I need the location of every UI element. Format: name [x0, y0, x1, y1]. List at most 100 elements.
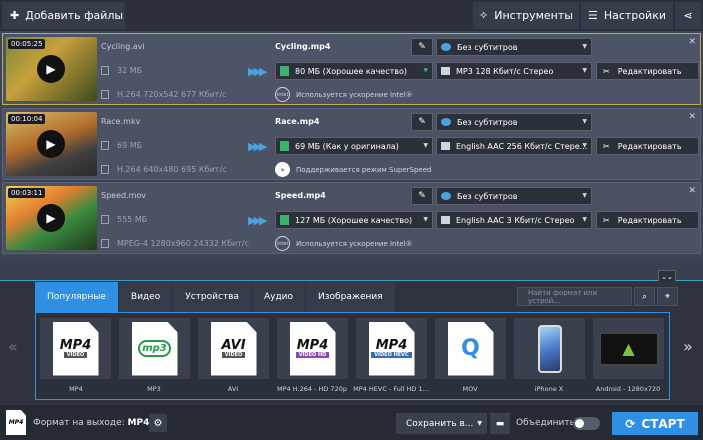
mp4-hd-format-icon: MP4 VIDEO HD	[289, 321, 336, 376]
format-label: MP4 H.264 - HD 720p	[277, 385, 347, 393]
gear-icon[interactable]: ⚙	[149, 414, 167, 432]
file-row[interactable]: 00:05:25 ▶ Cycling.avi 32 МБ H.264 720x5…	[2, 33, 701, 105]
folder-icon[interactable]: ▬	[490, 413, 510, 434]
acceleration-note: intel Используется ускорение Intel®	[275, 236, 412, 251]
speaker-icon	[441, 142, 450, 150]
rename-pencil-icon[interactable]: ✎	[411, 113, 433, 131]
video-info-icon	[101, 239, 109, 248]
video-thumbnail[interactable]: 00:05:25 ▶	[6, 37, 97, 101]
mp3-format-icon: mp3	[131, 321, 178, 376]
file-row[interactable]: 00:03:11 ▶ Speed.mov 555 МБ MPEG-4 1280x…	[2, 182, 701, 254]
subtitles-dropdown[interactable]: Без субтитров ▼	[436, 187, 592, 205]
output-size-dropdown[interactable]: 127 МБ (Хорошее качество) ▼	[275, 211, 433, 229]
close-icon[interactable]: ✕	[688, 186, 696, 196]
video-thumbnail[interactable]: 00:10:04 ▶	[6, 112, 97, 176]
refresh-icon: ⟳	[625, 416, 636, 431]
mp4-hevc-format-icon: MP4 VIDEO HEVC	[368, 321, 415, 376]
format-label: iPhone X	[534, 385, 564, 393]
format-label: Android - 1280x720	[595, 385, 661, 393]
rename-pencil-icon[interactable]: ✎	[411, 38, 433, 56]
android-icon: ▲	[598, 331, 659, 366]
add-files-button[interactable]: ✚ Добавить файлы	[2, 2, 125, 29]
close-icon[interactable]: ✕	[688, 112, 696, 122]
play-icon[interactable]: ▶	[37, 130, 65, 158]
tab-video[interactable]: Видео	[118, 282, 174, 312]
speaker-icon	[441, 67, 450, 75]
source-filename: Race.mkv	[101, 117, 141, 126]
play-icon[interactable]: ▶	[37, 204, 65, 232]
tab-popular[interactable]: Популярные	[35, 282, 119, 312]
edit-button[interactable]: ✂ Редактировать	[596, 62, 699, 80]
file-size-icon	[280, 141, 289, 151]
format-label: MOV	[462, 385, 478, 393]
file-row[interactable]: 00:10:04 ▶ Race.mkv 69 МБ H.264 640x480 …	[2, 108, 701, 180]
merge-label: Объединить:	[516, 418, 578, 428]
format-label: AVI	[227, 385, 239, 393]
intel-logo: intel	[275, 87, 290, 102]
format-card-mp4-hd[interactable]: MP4 VIDEO HD	[277, 318, 348, 379]
chevron-left-icon[interactable]: «	[8, 337, 18, 356]
output-size-dropdown[interactable]: 80 МБ (Хорошее качество) ▼	[275, 62, 433, 80]
format-label: MP4 HEVC - Full HD 1...	[353, 385, 429, 393]
audio-dropdown[interactable]: English AAC 3 Кбит/с Стерео ▼	[436, 211, 592, 229]
settings-button[interactable]: ☰ Настройки	[581, 2, 673, 29]
format-card-mov[interactable]: Q	[435, 318, 506, 379]
audio-dropdown[interactable]: English AAC 256 Кбит/с Стере... ▼	[436, 137, 592, 155]
format-card-iphone-x[interactable]	[514, 318, 585, 379]
speaker-icon	[441, 216, 450, 224]
format-label: MP3	[147, 385, 161, 393]
search-icon[interactable]: ⌕	[634, 287, 655, 306]
source-filename: Speed.mov	[101, 191, 147, 200]
tab-devices[interactable]: Устройства	[173, 282, 252, 312]
format-card-mp4-hevc[interactable]: MP4 VIDEO HEVC	[356, 318, 427, 379]
subtitles-dropdown[interactable]: Без субтитров ▼	[436, 38, 592, 56]
chevron-down-icon: ▼	[477, 420, 482, 427]
video-thumbnail[interactable]: 00:03:11 ▶	[6, 186, 97, 250]
tools-label: Инструменты	[494, 9, 573, 22]
start-button[interactable]: ⟳ СТАРТ	[612, 412, 698, 435]
format-card-android[interactable]: ▲	[593, 318, 664, 379]
video-info-icon	[101, 165, 109, 174]
output-format-label: Формат на выходе: MP4	[33, 418, 150, 428]
output-format-icon: MP4	[6, 410, 26, 435]
edit-button[interactable]: ✂ Редактировать	[596, 211, 699, 229]
iphone-icon	[537, 324, 562, 373]
audio-dropdown[interactable]: MP3 128 Кбит/с Стерео ▼	[436, 62, 592, 80]
format-card-mp4[interactable]: MP4 VIDEO	[40, 318, 111, 379]
format-panel: Популярные Видео Устройства Аудио Изобра…	[0, 281, 703, 405]
settings-label: Настройки	[603, 9, 666, 22]
tools-button[interactable]: ✧ Инструменты	[473, 2, 579, 29]
output-size-dropdown[interactable]: 69 МБ (Как у оригинала) ▼	[275, 137, 433, 155]
detect-device-icon[interactable]: ⌖	[657, 287, 678, 306]
rename-pencil-icon[interactable]: ✎	[411, 187, 433, 205]
edit-button[interactable]: ✂ Редактировать	[596, 137, 699, 155]
source-info: H.264 640x480 695 Кбит/с	[101, 165, 226, 174]
mp4-format-icon: MP4 VIDEO	[52, 321, 99, 376]
merge-toggle[interactable]	[573, 417, 600, 430]
format-tabs: Популярные Видео Устройства Аудио Изобра…	[35, 282, 396, 312]
convert-arrow-icon: ▶▶▶	[248, 140, 267, 153]
file-list: 00:05:25 ▶ Cycling.avi 32 МБ H.264 720x5…	[0, 31, 703, 261]
tab-audio[interactable]: Аудио	[251, 282, 307, 312]
chevron-down-icon: ▼	[582, 216, 587, 223]
subtitles-icon	[441, 43, 451, 51]
tab-images[interactable]: Изображения	[306, 282, 396, 312]
format-search-input[interactable]: Найти формат или устрой...	[517, 287, 632, 306]
file-size-icon	[280, 215, 289, 225]
play-icon[interactable]: ▶	[37, 55, 65, 83]
source-size: 555 МБ	[101, 215, 147, 224]
save-to-dropdown[interactable]: Сохранить в... ▼	[396, 413, 487, 434]
share-button[interactable]: ⋖	[675, 2, 701, 29]
chevron-right-icon[interactable]: »	[683, 337, 693, 356]
file-icon	[101, 215, 109, 224]
share-icon: ⋖	[683, 9, 693, 22]
bottom-bar: MP4 Формат на выходе: MP4 ⚙ Сохранить в.…	[0, 405, 703, 440]
avi-format-icon: AVI VIDEO	[210, 321, 257, 376]
format-card-avi[interactable]: AVI VIDEO	[198, 318, 269, 379]
quicktime-icon: Q	[447, 321, 494, 376]
format-card-mp3[interactable]: mp3	[119, 318, 190, 379]
subtitles-dropdown[interactable]: Без субтитров ▼	[436, 113, 592, 131]
chevron-down-icon: ▼	[582, 67, 587, 74]
file-icon	[101, 66, 109, 75]
close-icon[interactable]: ✕	[688, 37, 696, 47]
